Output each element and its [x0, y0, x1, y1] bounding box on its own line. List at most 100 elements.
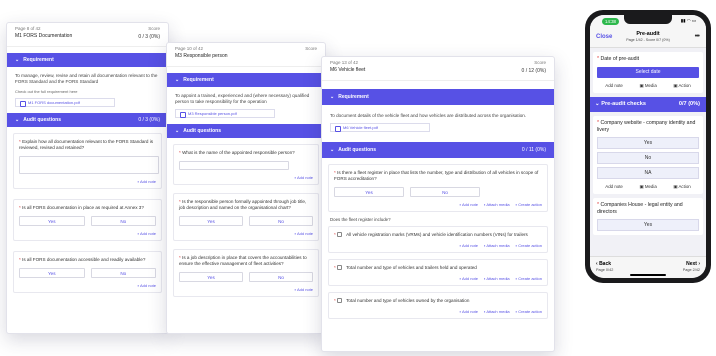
attachment-file[interactable]: M3 Responsible person.pdf: [175, 109, 275, 118]
attachment-file[interactable]: M1 FORS documentation.pdf: [15, 98, 115, 107]
status-bar: 14:38 ▮▮ ◠ ▭: [590, 15, 706, 28]
question-actions: Add note: [179, 231, 313, 236]
question-card: * What is the name of the appointed resp…: [173, 144, 319, 185]
page-header: Page 10 of 42 M3 Responsible person Scor…: [167, 43, 325, 67]
next-page: Page 2/42: [682, 268, 700, 272]
add-note-button[interactable]: Add note: [295, 231, 313, 236]
yes-no-group: Yes No: [179, 272, 313, 282]
question-card: * Is there a fleet register in place tha…: [328, 164, 548, 212]
no-button[interactable]: No: [249, 272, 313, 282]
no-button[interactable]: No: [90, 216, 156, 226]
action-button[interactable]: ▣ Action: [673, 184, 690, 190]
attach-media-button[interactable]: Attach media: [484, 309, 509, 314]
answer-textarea[interactable]: [19, 156, 159, 174]
yes-no-group: Yes No: [179, 216, 313, 226]
attach-media-button[interactable]: Attach media: [484, 202, 509, 207]
question-text: * Explain how all documentation relevant…: [19, 139, 156, 151]
checkbox[interactable]: [337, 265, 343, 271]
yes-button[interactable]: Yes: [19, 268, 85, 278]
phone-content[interactable]: * Date of pre-audit Select date Add note…: [590, 48, 706, 256]
audit-section-header[interactable]: ⌄ Audit questions 0 / 11 (0%): [322, 142, 554, 158]
add-note-button[interactable]: Add note: [460, 309, 478, 314]
add-note-button[interactable]: Add note: [460, 243, 478, 248]
requirement-section-header[interactable]: ⌄ Requirement: [167, 73, 325, 87]
question-actions: Add note: [179, 175, 313, 180]
select-date-button[interactable]: Select date: [597, 67, 699, 78]
page-number: Page 8 of 42: [15, 26, 41, 31]
question-label: Companies House - legal entity and direc…: [597, 202, 683, 215]
create-action-button[interactable]: Create action: [516, 243, 542, 248]
yes-button[interactable]: Yes: [19, 216, 85, 226]
requirement-section-header[interactable]: ⌄ Requirement: [7, 53, 168, 67]
question-actions: Add note: [19, 231, 156, 236]
add-note-button[interactable]: Add note: [295, 175, 313, 180]
question-card: * Total number and type of vehicles and …: [328, 259, 548, 286]
question-label: Total number and type of vehicles owned …: [346, 298, 470, 303]
yes-option[interactable]: Yes: [597, 219, 699, 231]
audit-section-header[interactable]: ⌄ Audit questions: [167, 124, 325, 138]
yes-button[interactable]: Yes: [179, 272, 243, 282]
question-actions: Add note Attach media Create action: [334, 202, 542, 207]
create-action-button[interactable]: Create action: [516, 309, 542, 314]
sub-question-heading: Does the fleet register include?: [330, 217, 391, 222]
yes-button[interactable]: Yes: [179, 216, 243, 226]
question-text: * Company website - company identity and…: [597, 120, 699, 134]
add-note-button[interactable]: Add note: [605, 83, 623, 89]
question-label: Is all FORS documentation accessible and…: [22, 257, 146, 262]
add-note-button[interactable]: Add note: [138, 231, 156, 236]
add-note-button[interactable]: Add note: [295, 287, 313, 292]
question-actions: Add note ▣ Media ▣ Action: [597, 83, 699, 89]
no-button[interactable]: No: [410, 187, 480, 197]
requirement-section-header[interactable]: ⌄ Requirement: [322, 89, 554, 105]
nav-title: Pre-audit: [636, 31, 660, 37]
question-actions: Add note: [19, 179, 156, 184]
checkbox[interactable]: [337, 298, 343, 304]
no-button[interactable]: No: [249, 216, 313, 226]
score-value: 0 / 12 (0%): [521, 68, 546, 74]
section-label: Requirement: [23, 57, 54, 63]
no-button[interactable]: No: [90, 268, 156, 278]
yes-no-group: Yes No: [19, 216, 156, 226]
card-m1-documentation: Page 8 of 42 M1 FORS Documentation Score…: [6, 22, 169, 334]
attach-media-button[interactable]: Attach media: [484, 276, 509, 281]
create-action-button[interactable]: Create action: [516, 276, 542, 281]
audit-section-header[interactable]: ⌄ Audit questions 0 / 3 (0%): [7, 113, 168, 127]
nav-bar: Close Pre-audit Page 1/42 - Score 0/7 (0…: [590, 28, 706, 48]
section-header[interactable]: ⌄ Pre-audit checks 0/7 (0%): [590, 97, 706, 112]
attach-media-button[interactable]: Attach media: [484, 243, 509, 248]
media-label: Media: [644, 83, 657, 88]
next-button[interactable]: Next ›: [686, 261, 700, 267]
question-card: * All vehicle registration marks (VRMs) …: [328, 226, 548, 253]
requirement-text: To manage, review, revise and retain all…: [15, 73, 158, 84]
create-action-button[interactable]: Create action: [516, 202, 542, 207]
question-text: * Is a job description in place that cov…: [179, 255, 313, 267]
question-actions: Add note: [19, 283, 156, 288]
yes-button[interactable]: Yes: [334, 187, 404, 197]
answer-input[interactable]: [179, 161, 289, 170]
add-note-button[interactable]: Add note: [138, 283, 156, 288]
question-text: * What is the name of the appointed resp…: [179, 150, 313, 156]
media-label: Media: [644, 184, 657, 189]
phone-screen: 14:38 ▮▮ ◠ ▭ Close Pre-audit Page 1/42 -…: [590, 15, 706, 278]
checkbox[interactable]: [337, 232, 343, 238]
question-label: Is the responsible person formally appoi…: [179, 199, 307, 210]
na-option[interactable]: NA: [597, 167, 699, 179]
question-card: * Company website - company identity and…: [593, 116, 703, 194]
media-button[interactable]: ▣ Media: [639, 83, 656, 89]
add-note-button[interactable]: Add note: [460, 202, 478, 207]
more-icon[interactable]: •••: [695, 33, 700, 40]
question-card: * Is all FORS documentation accessible a…: [13, 251, 162, 293]
add-note-button[interactable]: Add note: [138, 179, 156, 184]
yes-option[interactable]: Yes: [597, 137, 699, 149]
add-note-button[interactable]: Add note: [460, 276, 478, 281]
action-button[interactable]: ▣ Action: [673, 83, 690, 89]
page-header: Page 8 of 42 M1 FORS Documentation Score…: [7, 23, 168, 47]
back-button[interactable]: ‹ Back: [596, 261, 611, 267]
media-button[interactable]: ▣ Media: [639, 184, 656, 190]
nav-subtitle: Page 1/42 - Score 0/7 (0%): [626, 38, 670, 42]
attachment-file[interactable]: M6 Vehicle fleet.pdf: [330, 123, 430, 132]
full-requirement-link[interactable]: Check out the full requirement here: [7, 85, 168, 94]
no-option[interactable]: No: [597, 152, 699, 164]
question-card: * Explain how all documentation relevant…: [13, 133, 162, 189]
add-note-button[interactable]: Add note: [605, 184, 623, 190]
